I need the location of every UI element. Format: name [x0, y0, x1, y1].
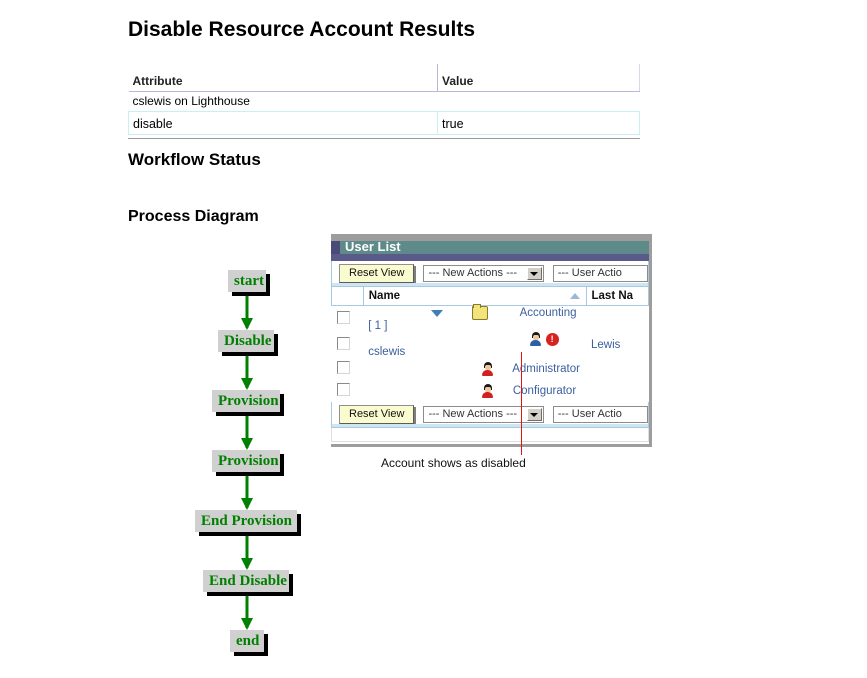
row-name-cell[interactable]: Accounting [ 1 ]: [363, 304, 586, 332]
user-list-panel: User List Reset View --- New Actions ---…: [331, 234, 652, 447]
new-actions-select-value-bottom: --- New Actions ---: [428, 408, 518, 420]
table-row[interactable]: Accounting [ 1 ]: [332, 304, 649, 333]
folder-icon: [471, 304, 488, 320]
flow-node-end[interactable]: end: [230, 630, 264, 652]
row-checkbox-cell[interactable]: [332, 306, 364, 333]
grid-header-row: Name Last Na: [331, 287, 649, 306]
row-checkbox[interactable]: [336, 361, 350, 374]
row-last-name-cell: Lewis: [591, 339, 621, 351]
column-header-name-label: Name: [368, 290, 401, 302]
user-list-grid: Name Last Na Accounting [1] ! cslewis …: [331, 287, 649, 402]
cell-attribute: disable: [128, 111, 438, 135]
table-row[interactable]: ! cslewis Lewis: [332, 332, 649, 358]
panel-footer: [331, 428, 649, 442]
person-icon: [529, 332, 542, 346]
process-diagram-heading: Process Diagram: [128, 208, 259, 225]
new-actions-select-bottom[interactable]: --- New Actions ---: [423, 406, 544, 423]
row-last-name-cell: [586, 306, 649, 333]
panel-body: Reset View --- New Actions --- --- User …: [331, 261, 649, 442]
column-header-name[interactable]: Name: [362, 287, 587, 306]
row-last-name-cell: [586, 380, 649, 402]
cell-value: true: [437, 111, 640, 135]
page-title: Disable Resource Account Results: [128, 18, 475, 41]
person-icon: [481, 384, 494, 398]
table-row[interactable]: Administrator: [332, 358, 649, 380]
reset-view-button-top[interactable]: Reset View: [339, 264, 415, 283]
toolbar-bottom: Reset View --- New Actions --- --- User …: [331, 402, 649, 428]
new-actions-select-top[interactable]: --- New Actions ---: [423, 265, 544, 282]
table-header-row: Attribute Value: [128, 64, 640, 92]
user-actions-select-top[interactable]: --- User Actio: [552, 265, 648, 282]
new-actions-select-value-top: --- New Actions ---: [428, 267, 518, 279]
chevron-down-icon[interactable]: [526, 408, 542, 421]
workflow-status-heading: Workflow Status: [128, 150, 261, 169]
reset-view-button-bottom[interactable]: Reset View: [339, 405, 415, 424]
user-actions-select-bottom[interactable]: --- User Actio: [552, 406, 648, 423]
row-name-cell[interactable]: ! cslewis: [363, 332, 586, 358]
user-actions-select-value-top: --- User Actio: [557, 267, 622, 279]
person-icon: [481, 362, 494, 376]
flow-node-end-disable[interactable]: End Disable: [203, 570, 289, 592]
title-bar-accent: [331, 241, 340, 254]
column-header-value: Value: [437, 64, 640, 92]
attribute-results-table: Attribute Value cslewis on Lighthouse di…: [128, 64, 640, 135]
table-row[interactable]: Configurator: [332, 380, 649, 402]
panel-title-bar: User List: [331, 239, 649, 254]
row-name-cell[interactable]: Configurator: [363, 380, 586, 402]
column-header-checkbox[interactable]: [331, 287, 364, 306]
sort-ascending-icon[interactable]: [569, 293, 580, 299]
flow-node-provision-2[interactable]: Provision: [212, 450, 280, 472]
row-checkbox-cell[interactable]: [332, 332, 364, 358]
table-group-row: cslewis on Lighthouse: [129, 92, 640, 112]
row-checkbox-cell[interactable]: [332, 358, 364, 380]
flow-node-provision-1[interactable]: Provision: [212, 390, 280, 412]
flow-node-start[interactable]: start: [228, 270, 266, 292]
panel-title-underbar: [331, 254, 649, 261]
row-name-cell[interactable]: Administrator: [363, 358, 586, 380]
row-checkbox[interactable]: [336, 337, 350, 350]
column-header-attribute: Attribute: [128, 64, 438, 92]
user-name-link[interactable]: Configurator: [513, 385, 576, 397]
user-name-link[interactable]: Administrator: [512, 363, 580, 375]
panel-title: User List: [345, 239, 401, 254]
row-checkbox-cell[interactable]: [332, 380, 364, 402]
user-actions-select-value-bottom: --- User Actio: [557, 408, 622, 420]
table-row: disable true: [128, 111, 640, 135]
flow-node-end-provision[interactable]: End Provision: [195, 510, 297, 532]
chevron-down-icon[interactable]: [526, 267, 542, 280]
alert-badge-icon: !: [545, 332, 559, 346]
row-checkbox[interactable]: [336, 383, 350, 396]
toolbar-top: Reset View --- New Actions --- --- User …: [331, 261, 649, 287]
section-divider: [128, 138, 640, 139]
expand-collapse-icon[interactable]: [431, 309, 444, 317]
group-label: cslewis on Lighthouse: [132, 94, 250, 108]
row-checkbox[interactable]: [336, 311, 350, 324]
annotation-text: Account shows as disabled: [381, 456, 526, 470]
flow-node-disable[interactable]: Disable: [218, 330, 274, 352]
row-last-name-cell: [586, 358, 649, 380]
user-name-link[interactable]: cslewis: [368, 346, 405, 358]
annotation-callout-line: [521, 352, 522, 455]
column-header-last-name[interactable]: Last Na: [585, 287, 649, 306]
